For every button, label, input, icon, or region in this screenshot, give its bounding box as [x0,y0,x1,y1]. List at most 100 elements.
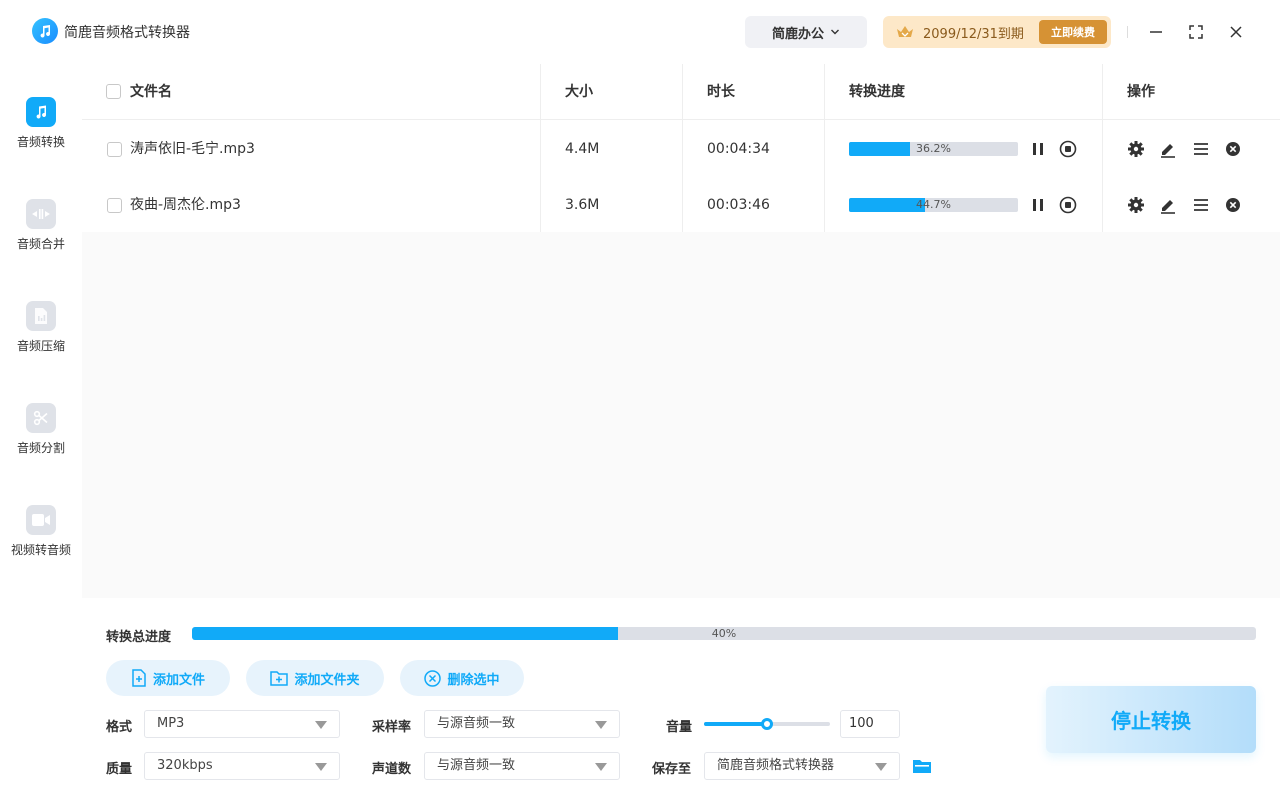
vip-status: 2099/12/31到期 立即续费 [883,16,1111,48]
format-value: MP3 [157,716,185,731]
row-progress-text: 36.2% [916,142,951,155]
row-progress-bar: 36.2% [849,142,1018,156]
header-duration: 时长 [707,84,735,100]
brand-menu-label: 简鹿办公 [771,26,824,42]
row-checkbox[interactable] [107,142,122,157]
music-note-icon [26,97,56,127]
file-size: 4.4M [565,141,600,157]
bottom-panel: 转换总进度 40% 添加文件 添加文件夹 删除选中 格式 MP3 采样率 与源音… [82,598,1280,800]
dropdown-arrow-icon [595,763,607,771]
format-select[interactable]: MP3 [144,710,340,738]
channels-label: 声道数 [372,762,412,777]
sidebar-item-label: 音频转换 [16,135,65,149]
minimize-icon[interactable] [1144,20,1168,44]
dropdown-arrow-icon [315,721,327,729]
sample-rate-select[interactable]: 与源音频一致 [424,710,620,738]
vip-crown-icon [895,22,915,42]
vip-expiry-date: 2099/12/31到期 [923,26,1024,42]
total-progress-label: 转换总进度 [106,630,172,645]
maximize-icon[interactable] [1184,20,1208,44]
delete-selected-button[interactable]: 删除选中 [400,660,524,696]
save-path-value: 简鹿音频格式转换器 [717,758,835,773]
scissors-icon [26,403,56,433]
settings-gear-icon[interactable] [1126,139,1146,159]
app-logo-icon [32,18,58,44]
add-folder-label: 添加文件夹 [294,672,360,688]
channels-value: 与源音频一致 [437,758,516,773]
format-label: 格式 [106,720,133,735]
add-file-button[interactable]: 添加文件 [106,660,230,696]
file-name: 夜曲-周杰伦.mp3 [130,197,241,213]
file-duration: 00:04:34 [707,141,770,157]
sidebar-item-audio-compress[interactable]: 音频压缩 [0,301,82,381]
chevron-down-icon [831,29,839,35]
pause-icon[interactable] [1028,195,1048,215]
sidebar-item-label: 音频分割 [16,441,65,455]
total-progress-text: 40% [711,627,737,640]
brand-menu-button[interactable]: 简鹿办公 [745,16,867,48]
pause-icon[interactable] [1028,139,1048,159]
window-controls-divider [1127,26,1128,38]
video-camera-icon [26,505,56,535]
sidebar: 音频转换 音频合并 音频压缩 音频分割 视频转音频 [0,64,82,800]
edit-pencil-icon[interactable] [1158,195,1178,215]
select-all-checkbox[interactable] [106,84,121,99]
list-menu-icon[interactable] [1191,195,1211,215]
header-actions: 操作 [1127,84,1155,100]
sample-rate-value: 与源音频一致 [437,716,516,731]
sidebar-item-audio-split[interactable]: 音频分割 [0,403,82,483]
header-size: 大小 [565,84,593,100]
sidebar-item-label: 音频压缩 [16,339,65,353]
quality-label: 质量 [106,762,133,777]
file-size: 3.6M [565,197,600,213]
save-to-label: 保存至 [652,762,692,777]
volume-label: 音量 [666,720,693,735]
list-menu-icon[interactable] [1191,139,1211,159]
remove-circle-icon[interactable] [1223,195,1243,215]
title-bar: 简鹿音频格式转换器 简鹿办公 2099/12/31到期 立即续费 [0,0,1280,64]
add-folder-button[interactable]: 添加文件夹 [246,660,384,696]
settings-gear-icon[interactable] [1126,195,1146,215]
edit-pencil-icon[interactable] [1158,139,1178,159]
close-icon[interactable] [1224,20,1248,44]
file-name: 涛声依旧-毛宁.mp3 [130,141,255,157]
merge-icon [26,199,56,229]
dropdown-arrow-icon [595,721,607,729]
quality-select[interactable]: 320kbps [144,752,340,780]
add-file-icon [132,669,146,687]
quality-value: 320kbps [157,758,213,773]
dropdown-arrow-icon [315,763,327,771]
renew-button[interactable]: 立即续费 [1039,20,1107,44]
table-header: 文件名 大小 时长 转换进度 操作 [82,64,1280,120]
app-title: 简鹿音频格式转换器 [64,25,190,41]
row-checkbox[interactable] [107,198,122,213]
compress-file-icon [26,301,56,331]
volume-slider-fill [704,722,767,726]
save-path-select[interactable]: 简鹿音频格式转换器 [704,752,900,780]
delete-circle-icon [424,669,442,687]
stop-conversion-button[interactable]: 停止转换 [1046,686,1256,753]
volume-slider-knob[interactable] [761,718,773,730]
sidebar-item-label: 视频转音频 [10,543,71,557]
file-table: 文件名 大小 时长 转换进度 操作 涛声依旧-毛宁.mp3 4.4M 00:04… [82,64,1280,232]
add-folder-icon [270,671,289,686]
header-filename: 文件名 [130,84,172,100]
stop-icon[interactable] [1058,139,1078,159]
sidebar-item-video-to-audio[interactable]: 视频转音频 [0,505,82,585]
volume-input[interactable]: 100 [840,710,900,738]
table-row[interactable]: 涛声依旧-毛宁.mp3 4.4M 00:04:34 36.2% [82,121,1280,177]
row-progress-bar: 44.7% [849,198,1018,212]
file-duration: 00:03:46 [707,197,770,213]
channels-select[interactable]: 与源音频一致 [424,752,620,780]
total-progress-bar: 40% [192,627,1256,640]
delete-selected-label: 删除选中 [447,672,500,688]
open-folder-icon[interactable] [912,756,932,776]
volume-slider[interactable] [704,718,830,730]
table-row[interactable]: 夜曲-周杰伦.mp3 3.6M 00:03:46 44.7% [82,177,1280,233]
sidebar-item-audio-merge[interactable]: 音频合并 [0,199,82,279]
stop-icon[interactable] [1058,195,1078,215]
remove-circle-icon[interactable] [1223,139,1243,159]
sidebar-item-audio-convert[interactable]: 音频转换 [0,97,82,177]
sample-rate-label: 采样率 [372,720,412,735]
sidebar-item-label: 音频合并 [16,237,65,251]
